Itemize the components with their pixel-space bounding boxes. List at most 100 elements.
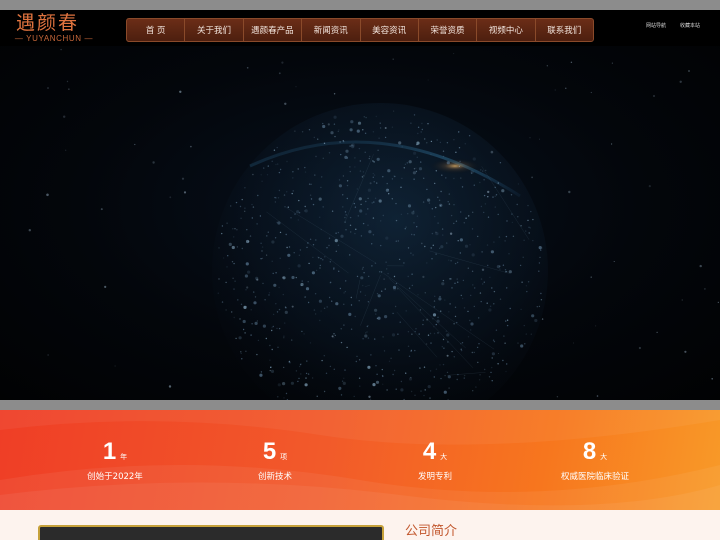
globe-dot <box>368 275 370 278</box>
globe-dot <box>245 306 247 308</box>
brand-logo-cn: 遇颜春 <box>16 12 80 34</box>
globe-dot <box>358 377 361 379</box>
nav-item-news[interactable]: 新闻资讯 <box>302 19 361 41</box>
globe-dot <box>408 160 412 164</box>
globe-dot <box>335 250 337 252</box>
globe-dot <box>273 149 276 151</box>
nav-item-about[interactable]: 关于我们 <box>185 19 244 41</box>
globe-dot <box>359 291 362 293</box>
globe-dot <box>411 233 413 236</box>
nav-item-honors[interactable]: 荣誉资质 <box>419 19 478 41</box>
globe-dot <box>395 282 398 285</box>
globe-dot <box>247 270 251 274</box>
globe-dot <box>446 333 450 337</box>
globe-dot <box>272 325 274 328</box>
favorite-link[interactable]: 收藏本站 <box>680 22 700 29</box>
globe-dot <box>305 377 307 379</box>
nav-item-home[interactable]: 首 页 <box>127 19 186 41</box>
star-dot <box>246 67 249 69</box>
globe-dot <box>427 334 430 336</box>
globe-dot <box>454 306 457 308</box>
globe-dot <box>261 250 263 252</box>
globe-dot <box>521 281 523 283</box>
globe-dot <box>293 252 295 254</box>
nav-item-products[interactable]: 遇颜春产品 <box>244 19 303 41</box>
globe-dot <box>440 377 442 380</box>
globe-dot <box>323 390 326 393</box>
globe-dot <box>306 246 308 249</box>
globe-dot <box>469 319 471 322</box>
globe-dot <box>539 256 541 259</box>
globe-dot <box>465 217 467 219</box>
star-dot <box>134 143 136 146</box>
globe-dot <box>361 176 364 178</box>
globe-dot <box>260 174 262 176</box>
globe-dot <box>318 299 322 303</box>
globe-dot <box>344 290 347 293</box>
globe-dot <box>416 156 418 158</box>
globe-dot <box>540 299 543 301</box>
sitemap-link[interactable]: 网站导航 <box>646 22 666 29</box>
globe-dot <box>379 127 382 129</box>
globe-dot <box>437 332 439 334</box>
globe-dot <box>351 143 355 147</box>
globe-dot <box>292 177 294 179</box>
globe-dot <box>480 300 482 303</box>
brand-logo[interactable]: 遇颜春 — YUYANCHUN — <box>12 12 96 46</box>
globe-dot <box>313 309 316 311</box>
nav-item-beauty-news[interactable]: 美容资讯 <box>361 19 419 41</box>
globe-dot <box>350 145 352 147</box>
globe-dot <box>358 300 360 302</box>
globe-dot <box>404 163 407 165</box>
globe-dot <box>282 382 286 386</box>
globe-dot <box>372 160 374 162</box>
stat-unit: 年 <box>120 453 128 461</box>
globe-dot <box>235 337 237 340</box>
globe-dot <box>372 172 374 175</box>
globe-dot <box>301 330 303 333</box>
globe-dot <box>246 229 248 231</box>
globe-dot <box>259 215 262 217</box>
globe-dot <box>322 157 324 159</box>
globe-dot <box>486 244 489 246</box>
globe-dot <box>413 178 415 180</box>
globe-dot <box>403 167 405 169</box>
globe-dot <box>363 272 365 274</box>
globe-dot <box>483 211 485 214</box>
nav-item-videos[interactable]: 视频中心 <box>477 19 536 41</box>
star-dot <box>152 161 155 164</box>
company-video-player[interactable] <box>38 525 384 540</box>
globe-dot <box>242 319 246 324</box>
globe-dot <box>387 169 391 173</box>
nav-item-contact[interactable]: 联系我们 <box>536 19 593 41</box>
globe-dot <box>420 161 422 163</box>
globe-dot <box>218 278 220 280</box>
globe-dot <box>270 369 275 373</box>
globe-dot <box>424 138 426 140</box>
star-dot <box>28 229 31 232</box>
globe-dot <box>432 244 434 246</box>
star-dot <box>570 61 573 63</box>
globe-dot <box>289 362 291 364</box>
globe-dot <box>251 217 253 219</box>
globe-dot <box>538 262 541 264</box>
globe-dot <box>433 376 435 378</box>
globe-dot <box>297 380 299 383</box>
globe-dot <box>442 234 444 236</box>
globe-dot <box>367 197 369 200</box>
globe-dot <box>304 205 306 208</box>
globe-dot <box>364 151 366 153</box>
globe-dot <box>221 301 224 303</box>
globe-dot <box>453 139 455 141</box>
globe-dot <box>471 270 474 272</box>
star-dot <box>319 267 321 269</box>
stat-founded: 1年 创始于2022年 <box>55 438 175 482</box>
globe-dot <box>532 239 534 242</box>
globe-dot <box>297 219 299 221</box>
globe-dot <box>261 180 263 182</box>
globe-dot <box>472 157 476 161</box>
globe-dot <box>376 157 380 161</box>
globe-dot <box>494 195 496 197</box>
globe-dot <box>338 129 340 131</box>
globe-dot <box>231 311 233 313</box>
